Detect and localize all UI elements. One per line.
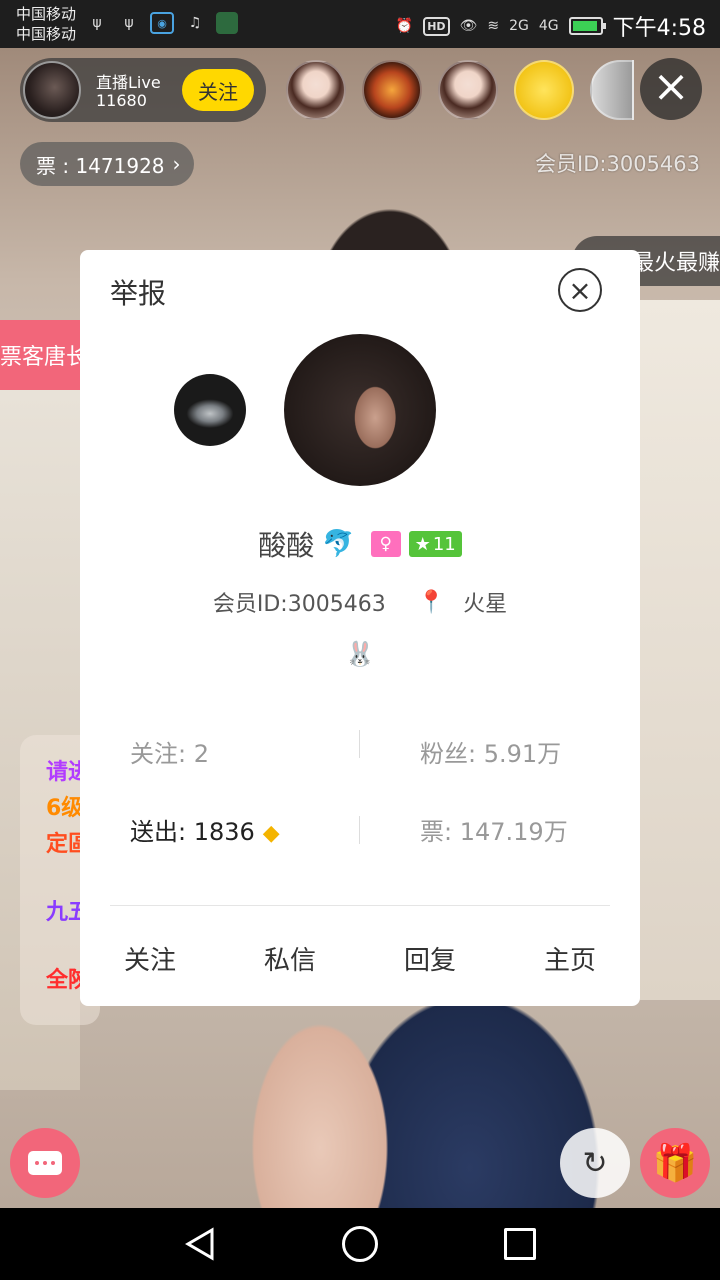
location: 火星 <box>463 592 508 617</box>
signal-4g: 4G <box>538 18 559 34</box>
location-pin-icon: 📍 <box>417 589 446 615</box>
level-badge: ★ 11 <box>408 531 462 557</box>
hd-icon: HD <box>423 16 450 36</box>
alarm-icon: ⏰ <box>395 18 414 34</box>
host-avatar[interactable] <box>23 61 81 119</box>
viewer-avatar[interactable] <box>362 60 422 120</box>
navigation-bar <box>0 1208 720 1280</box>
reply-button[interactable]: 回复 <box>390 940 470 977</box>
gender-female-icon: ♀ <box>370 531 401 557</box>
follow-host-button[interactable]: 关注 <box>182 69 254 111</box>
clock: 下午4:58 <box>612 16 706 41</box>
viewer-avatar[interactable] <box>438 60 498 120</box>
following-count[interactable]: 关注: 2 <box>130 734 209 769</box>
sent-count: 送出: 1836 <box>130 818 255 846</box>
close-stream-button[interactable]: × <box>640 58 702 120</box>
host-member-id: 会员ID:3005463 <box>535 152 700 176</box>
car-badge-avatar <box>174 374 246 446</box>
chevron-right-icon: › <box>172 152 181 176</box>
user-info-row: 会员ID:3005463 📍 火星 <box>80 586 640 618</box>
report-button[interactable]: 举报 <box>110 272 166 312</box>
gift-icon: 🎁 <box>652 1143 698 1184</box>
host-info[interactable]: 直播Live 11680 关注 <box>20 58 266 122</box>
level-value: 11 <box>432 533 456 555</box>
wifi-icon: ≋ <box>487 18 500 34</box>
fans-count[interactable]: 粉丝: 5.91万 <box>420 734 561 769</box>
tickets-button[interactable]: 票 : 1471928 › <box>20 142 194 186</box>
app-notification-icon <box>216 12 238 34</box>
rabbit-icon: 🐰 <box>345 640 375 668</box>
recent-apps-icon[interactable] <box>504 1228 536 1260</box>
chat-line: 6级 <box>46 796 84 821</box>
viewer-avatar[interactable] <box>286 60 346 120</box>
battery-icon <box>568 17 606 35</box>
nickname-row: 酸酸 🐬 ♀ ★ 11 <box>80 524 640 564</box>
status-bar: 中国移动 中国移动 ψ ψ ◉ ♫ ⏰ HD 👁 ≋ 2G 4G 下午4:58 <box>0 0 720 48</box>
viewer-count: 11680 <box>96 91 147 110</box>
carrier-2: 中国移动 <box>16 25 77 43</box>
share-icon: ↻ <box>582 1145 608 1181</box>
carrier-1: 中国移动 <box>16 5 77 23</box>
gift-button[interactable]: 🎁 <box>640 1128 710 1198</box>
gold-bar-icon: ◆ <box>262 821 280 846</box>
user-avatar[interactable] <box>284 334 436 486</box>
notification-icons: ψ ψ ◉ ♫ <box>86 12 238 34</box>
dolphin-icon: 🐬 <box>322 529 355 559</box>
divider <box>110 905 610 906</box>
background-wall-right <box>640 300 720 1000</box>
divider <box>359 730 360 758</box>
user-profile-dialog: 举报 × 酸酸 🐬 ♀ ★ 11 会员ID:3005463 📍 火星 🐰 关注:… <box>80 250 640 1006</box>
follow-button[interactable]: 关注 <box>110 940 190 977</box>
tickets-count: 票 : 1471928 <box>36 153 165 178</box>
headset-icon: ♫ <box>188 15 202 31</box>
viewer-avatar[interactable] <box>514 60 574 120</box>
tickets-stat: 票: 147.19万 <box>420 818 568 846</box>
private-message-button[interactable]: 私信 <box>250 940 330 977</box>
chat-button[interactable] <box>10 1128 80 1198</box>
dialog-close-button[interactable]: × <box>558 268 602 312</box>
home-icon[interactable] <box>342 1226 378 1262</box>
nickname: 酸酸 <box>258 529 315 562</box>
member-id: 会员ID:3005463 <box>212 592 386 617</box>
close-icon: × <box>568 273 592 307</box>
back-icon[interactable] <box>182 1226 218 1262</box>
homepage-button[interactable]: 主页 <box>530 940 610 977</box>
usb-icon: ψ <box>124 15 134 31</box>
status-right: ⏰ HD 👁 ≋ 2G 4G 下午4:58 <box>396 10 706 42</box>
promo-tag[interactable]: 票客唐长 <box>0 320 80 390</box>
host-label: 直播Live <box>96 73 161 92</box>
divider <box>359 816 360 844</box>
carrier-labels: 中国移动 中国移动 <box>16 4 76 44</box>
eye-icon: 👁 <box>459 18 478 34</box>
share-button[interactable]: ↻ <box>560 1128 630 1198</box>
close-icon: × <box>652 61 690 112</box>
signal-2g: 2G <box>509 18 529 34</box>
chat-icon <box>28 1151 62 1175</box>
star-icon: ★ <box>414 533 431 555</box>
wifi-hotspot-icon: ◉ <box>150 12 174 34</box>
sent-stat: 送出: 1836 ◆ <box>130 812 280 847</box>
usb-icon: ψ <box>92 15 102 31</box>
